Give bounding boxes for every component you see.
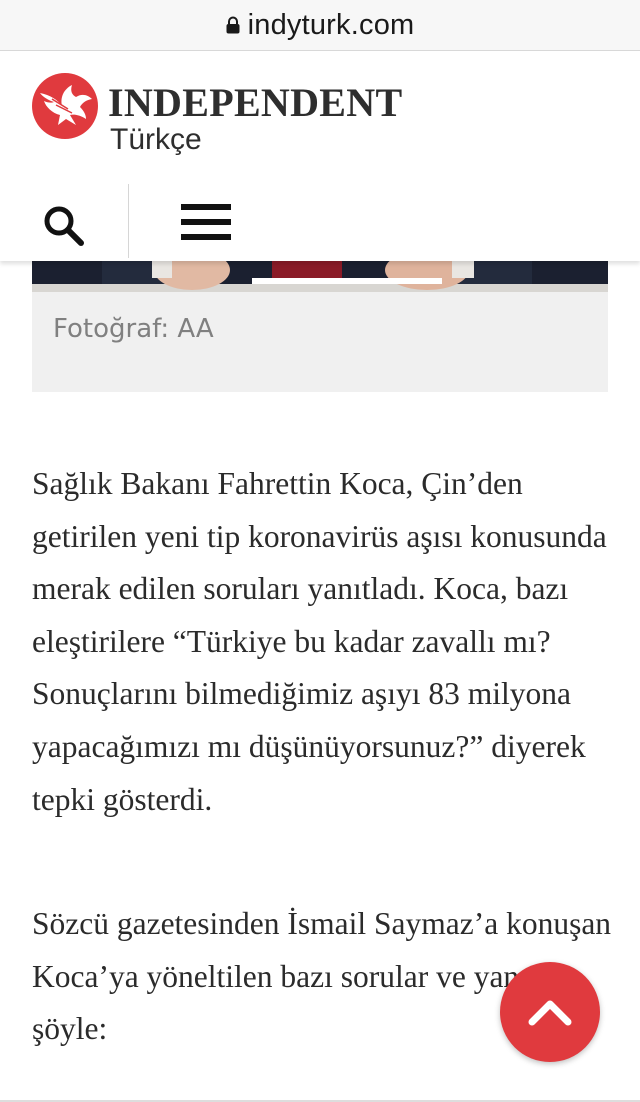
- chevron-up-icon: [528, 1000, 572, 1026]
- article-paragraph: Sağlık Bakanı Fahrettin Koca, Çin’den ge…: [32, 466, 607, 817]
- nav-bar: [0, 184, 640, 261]
- eagle-logo-icon: [32, 73, 98, 139]
- photo-caption: Fotoğraf: AA: [53, 314, 214, 344]
- site-header: INDEPENDENT Türkçe: [0, 51, 640, 261]
- hamburger-menu-icon: [181, 204, 231, 210]
- photo-caption-box: Fotoğraf: AA: [32, 292, 608, 392]
- address-url: indyturk.com: [247, 8, 415, 41]
- site-logo[interactable]: INDEPENDENT Türkçe: [32, 73, 432, 168]
- lock-icon: [226, 16, 240, 34]
- search-button[interactable]: [40, 202, 88, 250]
- logo-subtitle: Türkçe: [110, 123, 202, 156]
- browser-address-bar[interactable]: indyturk.com: [0, 0, 640, 51]
- nav-divider: [128, 184, 129, 258]
- scroll-to-top-button[interactable]: [500, 962, 600, 1062]
- logo-wordmark: INDEPENDENT: [108, 80, 403, 125]
- search-icon: [44, 206, 84, 246]
- menu-button[interactable]: [178, 202, 234, 246]
